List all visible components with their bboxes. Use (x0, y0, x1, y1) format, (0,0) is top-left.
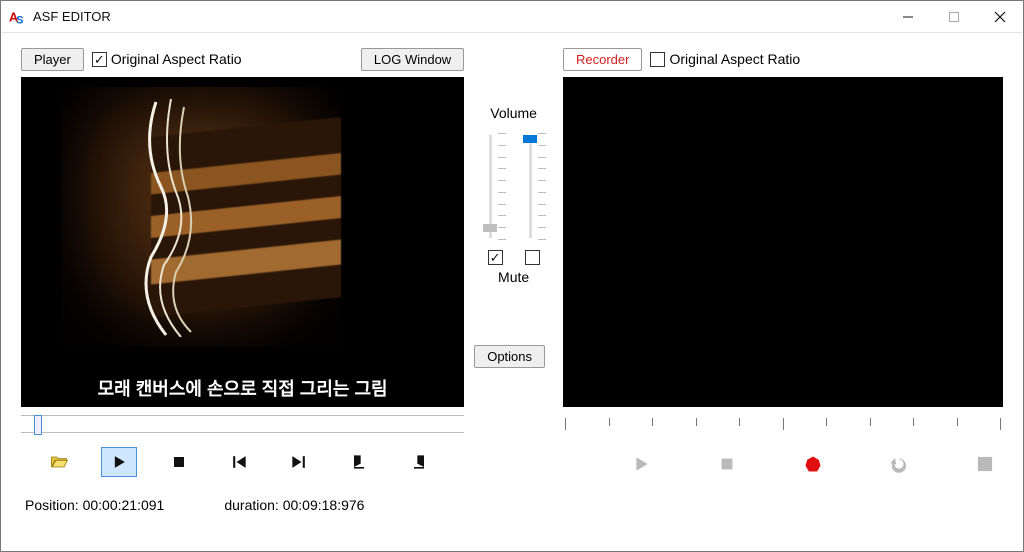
slider-thumb-icon (34, 415, 42, 435)
export-button[interactable] (967, 449, 1003, 479)
recorder-stop-button[interactable] (709, 449, 745, 479)
mark-in-button[interactable] (341, 447, 377, 477)
maximize-button[interactable] (931, 1, 977, 33)
checkbox-icon (525, 250, 540, 265)
slider-thumb-icon (483, 224, 497, 232)
recorder-aspect-checkbox[interactable]: Original Aspect Ratio (650, 51, 800, 67)
recorder-video (563, 77, 1003, 407)
mute-label: Mute (498, 269, 529, 285)
volume-pane: Volume Mute Options (474, 45, 553, 513)
position-readout: Position: 00:00:21:091 (25, 497, 164, 513)
minimize-button[interactable] (885, 1, 931, 33)
recorder-aspect-label: Original Aspect Ratio (669, 51, 800, 67)
mark-out-button[interactable] (401, 447, 437, 477)
log-window-button[interactable]: LOG Window (361, 48, 464, 71)
recorder-button[interactable]: Recorder (563, 48, 642, 71)
next-frame-button[interactable] (281, 447, 317, 477)
player-status: Position: 00:00:21:091 duration: 00:09:1… (21, 497, 464, 513)
video-frame-image (61, 87, 341, 347)
player-aspect-label: Original Aspect Ratio (111, 51, 242, 67)
recorder-play-button[interactable] (623, 449, 659, 479)
options-button[interactable]: Options (474, 345, 545, 368)
volume-slider-left[interactable] (484, 129, 504, 244)
recorder-transport (563, 447, 1003, 481)
checkbox-icon (650, 52, 665, 67)
volume-slider-right[interactable] (524, 129, 544, 244)
duration-readout: duration: 00:09:18:976 (224, 497, 364, 513)
recorder-seek-slider[interactable] (563, 415, 1003, 435)
svg-text:S: S (16, 14, 23, 26)
player-button[interactable]: Player (21, 48, 84, 71)
slider-thumb-icon (523, 135, 537, 143)
player-pane: Player Original Aspect Ratio LOG Window (21, 45, 464, 513)
player-aspect-checkbox[interactable]: Original Aspect Ratio (92, 51, 242, 67)
titlebar: AS ASF EDITOR (1, 1, 1023, 33)
open-file-button[interactable] (41, 447, 77, 477)
checkbox-icon (92, 52, 107, 67)
player-video: 모래 캔버스에 손으로 직접 그리는 그림 (21, 77, 464, 407)
undo-button[interactable] (881, 449, 917, 479)
player-transport (21, 445, 464, 479)
volume-left-checkbox[interactable] (488, 250, 503, 265)
app-icon: AS (9, 8, 27, 26)
recorder-pane: Recorder Original Aspect Ratio (563, 45, 1003, 513)
stop-button[interactable] (161, 447, 197, 477)
checkbox-icon (488, 250, 503, 265)
video-caption: 모래 캔버스에 손으로 직접 그리는 그림 (21, 375, 464, 401)
record-button[interactable] (795, 449, 831, 479)
play-button[interactable] (101, 447, 137, 477)
close-button[interactable] (977, 1, 1023, 33)
player-seek-slider[interactable] (21, 415, 464, 433)
volume-right-checkbox[interactable] (525, 250, 540, 265)
window-title: ASF EDITOR (33, 9, 111, 24)
prev-frame-button[interactable] (221, 447, 257, 477)
volume-label: Volume (490, 105, 537, 121)
